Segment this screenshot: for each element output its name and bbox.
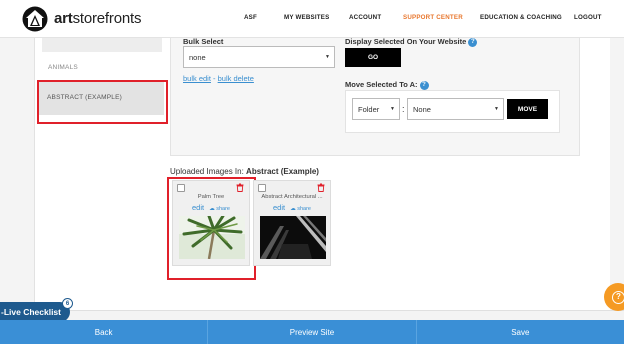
page: artstorefronts ASF MY WEBSITES ACCOUNT S… xyxy=(0,0,624,344)
chevron-down-icon: ▼ xyxy=(390,106,395,112)
edit-link[interactable]: edit xyxy=(192,203,204,212)
image-actions: edit ☁ share xyxy=(173,203,249,212)
bulk-select-dropdown[interactable]: none ▼ xyxy=(183,46,335,68)
trash-icon[interactable] xyxy=(236,183,244,192)
uploaded-prefix: Uploaded Images In: xyxy=(170,167,247,176)
back-button[interactable]: Back xyxy=(0,320,209,344)
uploaded-images-heading: Uploaded Images In: Abstract (Example) xyxy=(170,167,319,176)
help-chat-button[interactable]: ? xyxy=(604,283,624,311)
house-logo-icon xyxy=(22,6,48,31)
sidebar-item-abstract[interactable]: ABSTRACT (EXAMPLE) xyxy=(38,82,164,115)
brand-name: artstorefronts xyxy=(54,10,142,27)
abstract-thumbnail[interactable] xyxy=(260,216,326,259)
go-live-checklist-tab[interactable]: -Live Checklist xyxy=(0,302,70,322)
bulk-delete-link[interactable]: bulk delete xyxy=(218,74,254,83)
edit-link[interactable]: edit xyxy=(273,203,285,212)
image-title: Abstract Architectural ... xyxy=(261,194,323,200)
trash-icon[interactable] xyxy=(317,183,325,192)
bulk-link-separator: - xyxy=(210,74,218,83)
share-label: share xyxy=(297,206,311,212)
share-label: share xyxy=(216,206,230,212)
sidebar-item-partial[interactable] xyxy=(42,38,162,52)
nav-asf[interactable]: ASF xyxy=(244,14,257,21)
brand-logo[interactable]: artstorefronts xyxy=(22,6,222,32)
save-button[interactable]: Save xyxy=(417,320,624,344)
help-icon[interactable]: ? xyxy=(419,80,429,90)
move-type-value: Folder xyxy=(358,104,380,114)
select-checkbox[interactable] xyxy=(258,184,266,192)
content-divider xyxy=(0,310,624,311)
nav-support-center[interactable]: SUPPORT CENTER xyxy=(403,14,463,21)
chevron-down-icon: ▼ xyxy=(325,54,330,60)
image-actions: edit ☁ share xyxy=(254,203,330,212)
chevron-down-icon: ▼ xyxy=(494,106,499,112)
top-nav: artstorefronts ASF MY WEBSITES ACCOUNT S… xyxy=(0,0,624,38)
nav-logout[interactable]: LOGOUT xyxy=(574,14,602,21)
nav-my-websites[interactable]: MY WEBSITES xyxy=(284,14,329,21)
move-target-value: None xyxy=(413,104,431,114)
bulk-select-value: none xyxy=(189,52,206,62)
bottom-action-bar: Back Preview Site Save xyxy=(0,320,624,344)
move-selected-label: Move Selected To A:? xyxy=(345,80,429,90)
share-link[interactable]: ☁ share xyxy=(290,206,311,212)
move-separator: : xyxy=(402,104,405,114)
display-selected-label: Display Selected On Your Website? xyxy=(345,37,478,47)
image-card-palm-tree[interactable]: Palm Tree edit ☁ share xyxy=(172,180,250,266)
go-button[interactable]: GO xyxy=(345,48,401,67)
uploaded-folder-name: Abstract (Example) xyxy=(246,167,319,176)
move-type-select[interactable]: Folder ▼ xyxy=(352,98,400,120)
image-card-abstract[interactable]: Abstract Architectural ... edit ☁ share xyxy=(253,180,331,266)
image-title: Palm Tree xyxy=(197,194,225,200)
select-checkbox[interactable] xyxy=(177,184,185,192)
bulk-edit-link[interactable]: bulk edit xyxy=(183,74,211,83)
checklist-count-badge: 6 xyxy=(62,298,73,309)
folder-sidebar: ANIMALS xyxy=(36,38,164,310)
move-selected-text: Move Selected To A: xyxy=(345,80,418,89)
palm-tree-thumbnail[interactable] xyxy=(179,216,245,259)
nav-account[interactable]: ACCOUNT xyxy=(349,14,381,21)
display-selected-text: Display Selected On Your Website xyxy=(345,37,467,46)
share-link[interactable]: ☁ share xyxy=(209,206,230,212)
preview-site-button[interactable]: Preview Site xyxy=(208,320,417,344)
palm-tree-image xyxy=(179,216,245,259)
move-target-select[interactable]: None ▼ xyxy=(407,98,504,120)
move-button[interactable]: MOVE xyxy=(507,99,548,119)
question-icon: ? xyxy=(612,290,624,304)
sidebar-item-animals[interactable]: ANIMALS xyxy=(48,64,168,71)
nav-education-coaching[interactable]: EDUCATION & COACHING xyxy=(480,14,562,21)
abstract-architecture-image xyxy=(260,216,326,259)
bulk-select-label: Bulk Select xyxy=(183,37,224,46)
help-icon[interactable]: ? xyxy=(468,37,478,47)
bulk-links: bulk edit - bulk delete xyxy=(183,74,254,83)
